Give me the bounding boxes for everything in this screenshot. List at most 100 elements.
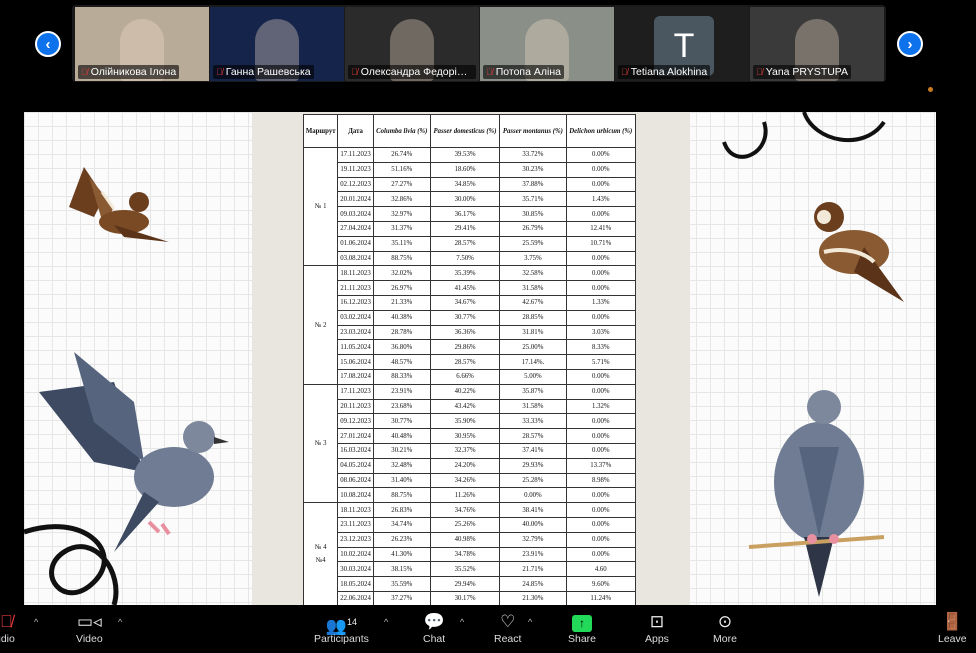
date-cell: 09.03.2024 — [337, 206, 374, 222]
audio-options-caret[interactable]: ^ — [34, 617, 38, 627]
chat-label: Chat — [423, 633, 446, 645]
table-row: 08.06.2024 31.40% 34.26% 25.28% 8.98% — [304, 472, 637, 489]
participant-tile[interactable]: 🎙̸ Олійникова Ілона — [75, 7, 209, 81]
value-cell: 28.85% — [499, 309, 567, 326]
column-header: Columba livia (%) — [372, 114, 431, 148]
date-cell: 20.11.2023 — [337, 398, 374, 415]
value-cell: 29.86% — [429, 339, 501, 356]
value-cell: 17.14%. — [499, 354, 567, 370]
participant-name-text: Tetiana Alokhina — [630, 66, 708, 78]
value-cell: 4.60 — [565, 561, 637, 578]
more-button[interactable]: ⊙ More — [713, 611, 737, 645]
value-cell: 0.00% — [565, 383, 637, 400]
react-options-caret[interactable]: ^ — [528, 617, 532, 627]
participants-button[interactable]: 👥14 Participants — [314, 611, 369, 645]
share-button[interactable]: ↑ Share — [568, 611, 596, 645]
value-cell: 40.00% — [499, 516, 567, 533]
value-cell: 32.02% — [372, 265, 431, 282]
leave-button[interactable]: 🚪 Leave — [938, 611, 967, 645]
value-cell: 40.98% — [429, 531, 501, 548]
date-cell: 18.11.2023 — [337, 265, 374, 282]
scribble-decoration — [722, 112, 886, 159]
value-cell: 26.97% — [372, 280, 431, 296]
column-header: Passer domesticus (%) — [429, 114, 501, 148]
value-cell: 35.39% — [429, 265, 501, 282]
video-button[interactable]: ▭◃ Video — [76, 611, 103, 645]
value-cell: 37.41% — [499, 442, 567, 459]
participant-name: 🎙̸ Олійникова Ілона — [78, 65, 180, 79]
table-row: 10.08.2024 88.75% 11.26% 0.00% 0.00% — [304, 487, 637, 504]
value-cell: 38.15% — [372, 561, 431, 578]
value-cell: 1.33% — [565, 294, 637, 311]
value-cell: 10.71% — [565, 235, 637, 252]
audio-button[interactable]: 🎙̸ Audio — [0, 611, 15, 645]
participant-name: 🎙̸ Tetiana Alokhina — [618, 65, 711, 79]
table-row: 23.03.2024 28.78% 36.36% 31.81% 3.03% — [304, 324, 637, 341]
table-row: 15.06.2024 48.57% 28.57% 17.14%. 5.71% — [304, 354, 637, 370]
participant-strip: 🎙̸ Олійникова Ілона 🎙̸ Ганна Рашевська 🎙̸ Оле… — [72, 5, 886, 82]
value-cell: 0.00% — [565, 176, 637, 193]
value-cell: 28.57% — [429, 235, 501, 252]
video-options-caret[interactable]: ^ — [118, 617, 122, 627]
table-header-row: Маршрут Дата Columba livia (%) Passer domes… — [302, 114, 637, 148]
more-icon: ⊙ — [717, 612, 733, 631]
table-row: 01.06.2024 35.11% 28.57% 25.59% 10.71% — [304, 235, 637, 252]
column-header: Passer montanus (%) — [499, 114, 567, 148]
value-cell: 25.28% — [499, 472, 567, 489]
participant-tile[interactable]: 🎙̸ Ганна Рашевська — [210, 7, 344, 81]
value-cell: 11.26% — [429, 487, 501, 504]
value-cell: 30.21% — [372, 442, 431, 459]
apps-button[interactable]: ⊡ Apps — [645, 611, 669, 645]
table-row: 02.12.2023 27.27% 34.85% 37.88% 0.00% — [304, 176, 637, 193]
value-cell: 27.27% — [372, 176, 431, 193]
prev-page-button[interactable]: ‹ — [35, 31, 61, 57]
participant-tile[interactable]: 🎙̸ Олександра Федоріно... — [345, 7, 479, 81]
value-cell: 35.90% — [429, 413, 501, 430]
value-cell: 8.33% — [565, 339, 637, 356]
value-cell: 34.67% — [429, 294, 501, 311]
apps-icon: ⊡ — [649, 612, 665, 631]
value-cell: 29.93% — [499, 457, 567, 474]
table-row: 11.05.2024 36.80% 29.86% 25.00% 8.33% — [304, 339, 637, 356]
value-cell: 40.38% — [372, 309, 431, 326]
value-cell: 28.57% — [499, 428, 567, 444]
participant-name: 🎙̸ Ганна Рашевська — [213, 65, 314, 79]
participant-tile[interactable]: T 🎙̸ Tetiana Alokhina — [615, 7, 749, 81]
participants-options-caret[interactable]: ^ — [384, 617, 388, 627]
column-header-text: Маршрут — [305, 127, 336, 135]
value-cell: 31.58% — [499, 280, 567, 296]
value-cell: 24.85% — [499, 576, 567, 592]
value-cell: 0.00% — [565, 309, 637, 326]
date-cell: 23.11.2023 — [337, 516, 374, 533]
value-cell: 32.86% — [372, 191, 431, 208]
value-cell: 37.88% — [499, 176, 567, 193]
value-cell: 25.00% — [499, 339, 567, 356]
value-cell: 3.75% — [499, 250, 567, 267]
date-cell: 01.06.2024 — [337, 235, 374, 252]
table-row: 23.11.2023 34.74% 25.26% 40.00% 0.00% — [304, 516, 637, 533]
value-cell: 30.95% — [429, 428, 501, 444]
participants-label: Participants — [314, 633, 369, 645]
value-cell: 5.00% — [499, 368, 567, 385]
date-cell: 15.06.2024 — [337, 354, 374, 370]
value-cell: 88.75% — [372, 487, 431, 504]
react-button[interactable]: ♡ React — [494, 611, 521, 645]
value-cell: 31.81% — [499, 324, 567, 341]
date-cell: 17.11.2023 — [337, 147, 374, 163]
value-cell: 31.37% — [372, 220, 431, 237]
value-cell: 6.66% — [429, 368, 501, 385]
date-cell: 20.01.2024 — [337, 191, 374, 208]
value-cell: 30.77% — [372, 413, 431, 430]
column-header: Delichon urbicum (%) — [565, 114, 637, 148]
next-page-button[interactable]: › — [897, 31, 923, 57]
date-cell: 18.11.2023 — [337, 502, 374, 518]
participant-tile[interactable]: 🎙̸ Потопа Аліна — [480, 7, 614, 81]
table-row: 22.06.2024 37.27% 30.17% 21.30% 11.24% — [304, 590, 637, 605]
value-cell: 0.00% — [499, 487, 567, 504]
chevron-left-icon: ‹ — [45, 35, 51, 53]
chat-options-caret[interactable]: ^ — [460, 617, 464, 627]
participant-tile[interactable]: 🎙̸ Yana PRYSTUPA — [750, 7, 884, 81]
chat-button[interactable]: 💬 Chat — [423, 611, 445, 645]
date-cell: 23.12.2023 — [337, 531, 374, 548]
table-row: 23.12.2023 26.23% 40.98% 32.79% 0.00% — [304, 531, 637, 548]
